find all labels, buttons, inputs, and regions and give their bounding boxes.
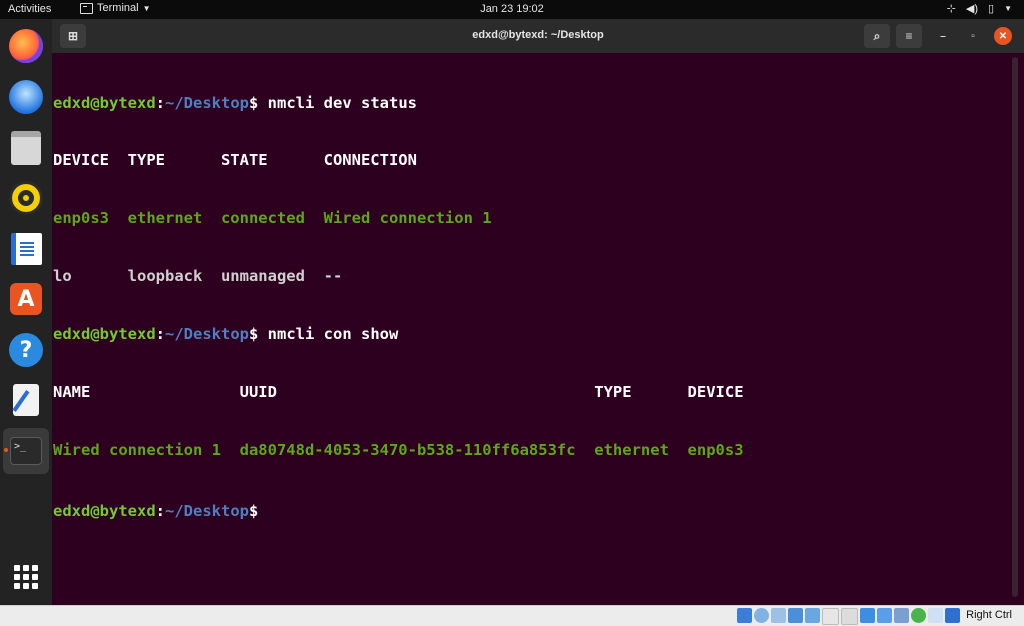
menu-button[interactable]: ≡ <box>896 24 922 48</box>
host-key-label: Right Ctrl <box>966 609 1012 621</box>
search-icon: ⌕ <box>874 29 881 44</box>
chevron-down-icon: ▼ <box>1004 4 1012 13</box>
prompt-path: ~/Desktop <box>165 94 249 112</box>
dock-files[interactable] <box>3 125 49 171</box>
firefox-icon <box>9 29 43 63</box>
close-button[interactable]: ✕ <box>994 27 1012 45</box>
video-capture-icon[interactable] <box>860 608 875 623</box>
usb-icon[interactable] <box>805 608 820 623</box>
prompt-path: ~/Desktop <box>165 502 249 520</box>
terminal-output[interactable]: edxd@bytexd:~/Desktop$ nmcli dev status … <box>52 53 1010 603</box>
text-cursor <box>258 499 267 516</box>
top-bar: Activities Terminal ▼ Jan 23 19:02 ⊹ ◀) … <box>0 0 1024 19</box>
vbox-status-icons <box>737 608 960 625</box>
software-store-icon: A <box>10 283 42 315</box>
vbox-status-bar: Right Ctrl <box>0 605 1024 626</box>
dev-header: DEVICE TYPE STATE CONNECTION <box>53 151 1010 170</box>
optical-drive-icon[interactable] <box>754 608 769 623</box>
dock-writer[interactable] <box>3 226 49 272</box>
virtualization-icon[interactable] <box>877 608 892 623</box>
scrollbar[interactable] <box>1012 57 1018 597</box>
network-adapter-icon[interactable] <box>788 608 803 623</box>
running-indicator <box>4 448 8 452</box>
keyboard-capture-icon[interactable] <box>945 608 960 623</box>
minimize-icon: – <box>940 31 946 42</box>
cpu-icon[interactable] <box>894 608 909 623</box>
prompt-line: edxd@bytexd:~/Desktop$ nmcli con show <box>53 325 1010 344</box>
system-tray[interactable]: ⊹ ◀) ▯ ▼ <box>947 2 1012 15</box>
dock-help[interactable]: ? <box>3 327 49 373</box>
terminal-titlebar: ⊞ edxd@bytexd: ~/Desktop ⌕ ≡ – ▫ ✕ <box>52 19 1024 53</box>
network-icon: ⊹ <box>947 2 956 15</box>
dock-thunderbird[interactable] <box>3 74 49 120</box>
guest-additions-icon[interactable] <box>911 608 926 623</box>
rhythmbox-icon <box>9 181 43 215</box>
shared-folders-icon[interactable] <box>822 608 839 625</box>
help-icon: ? <box>9 333 43 367</box>
command-text: nmcli dev status <box>268 94 417 112</box>
terminal-icon: >_ <box>10 437 42 465</box>
dev-row: lo loopback unmanaged -- <box>53 267 1010 286</box>
thunderbird-icon <box>9 80 43 114</box>
clock[interactable]: Jan 23 19:02 <box>0 3 1024 15</box>
dock-terminal[interactable]: >_ <box>3 428 49 474</box>
prompt-line: edxd@bytexd:~/Desktop$ nmcli dev status <box>53 94 1010 113</box>
con-row: Wired connection 1 da80748d-4053-3470-b5… <box>53 441 1010 460</box>
minimize-button[interactable]: – <box>934 27 952 45</box>
dock-software[interactable]: A <box>3 276 49 322</box>
maximize-button[interactable]: ▫ <box>964 27 982 45</box>
libreoffice-writer-icon <box>11 233 42 265</box>
con-header: NAME UUID TYPE DEVICE <box>53 383 1010 402</box>
dock-firefox[interactable] <box>3 23 49 69</box>
dev-row: enp0s3 ethernet connected Wired connecti… <box>53 209 1010 228</box>
audio-icon[interactable] <box>771 608 786 623</box>
volume-icon: ◀) <box>966 2 978 15</box>
hamburger-icon: ≡ <box>905 29 912 43</box>
dock: A ? >_ <box>0 19 52 605</box>
prompt-user: edxd@bytexd <box>53 94 156 112</box>
close-icon: ✕ <box>999 31 1007 42</box>
search-button[interactable]: ⌕ <box>864 24 890 48</box>
command-text: nmcli con show <box>268 325 399 343</box>
dock-rhythmbox[interactable] <box>3 175 49 221</box>
files-icon <box>11 131 41 165</box>
maximize-icon: ▫ <box>971 31 975 42</box>
display-icon[interactable] <box>841 608 858 625</box>
hard-disk-icon[interactable] <box>737 608 752 623</box>
show-applications-icon[interactable] <box>14 565 38 589</box>
mouse-integration-icon[interactable] <box>928 608 943 623</box>
prompt-line: edxd@bytexd:~/Desktop$ <box>53 499 1010 518</box>
text-editor-icon <box>13 384 39 416</box>
dock-text-editor[interactable] <box>3 377 49 423</box>
prompt-user: edxd@bytexd <box>53 325 156 343</box>
prompt-path: ~/Desktop <box>165 325 249 343</box>
battery-icon: ▯ <box>988 2 994 15</box>
prompt-user: edxd@bytexd <box>53 502 156 520</box>
